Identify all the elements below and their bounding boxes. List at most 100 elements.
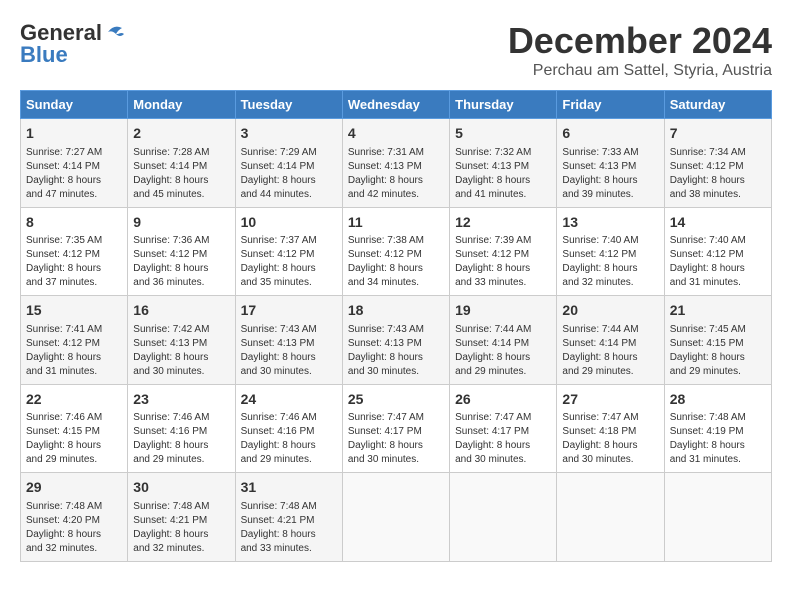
day-number: 16 (133, 301, 229, 321)
day-number: 24 (241, 390, 337, 410)
day-info: Sunrise: 7:40 AMSunset: 4:12 PMDaylight:… (670, 234, 766, 290)
calendar-cell: 27Sunrise: 7:47 AMSunset: 4:18 PMDayligh… (557, 384, 664, 473)
day-info: Sunrise: 7:44 AMSunset: 4:14 PMDaylight:… (455, 323, 551, 379)
calendar-cell (557, 473, 664, 562)
calendar-cell: 31Sunrise: 7:48 AMSunset: 4:21 PMDayligh… (235, 473, 342, 562)
day-number: 5 (455, 124, 551, 144)
calendar-week-row: 29Sunrise: 7:48 AMSunset: 4:20 PMDayligh… (21, 473, 772, 562)
calendar-cell (664, 473, 771, 562)
day-number: 27 (562, 390, 658, 410)
calendar-cell: 30Sunrise: 7:48 AMSunset: 4:21 PMDayligh… (128, 473, 235, 562)
page-header: General Blue December 2024 Perchau am Sa… (20, 20, 772, 80)
day-info: Sunrise: 7:43 AMSunset: 4:13 PMDaylight:… (241, 323, 337, 379)
day-info: Sunrise: 7:33 AMSunset: 4:13 PMDaylight:… (562, 146, 658, 202)
day-info: Sunrise: 7:40 AMSunset: 4:12 PMDaylight:… (562, 234, 658, 290)
calendar-cell: 9Sunrise: 7:36 AMSunset: 4:12 PMDaylight… (128, 207, 235, 296)
calendar-cell: 22Sunrise: 7:46 AMSunset: 4:15 PMDayligh… (21, 384, 128, 473)
day-info: Sunrise: 7:36 AMSunset: 4:12 PMDaylight:… (133, 234, 229, 290)
day-number: 3 (241, 124, 337, 144)
day-info: Sunrise: 7:44 AMSunset: 4:14 PMDaylight:… (562, 323, 658, 379)
day-number: 13 (562, 213, 658, 233)
month-title: December 2024 (508, 20, 772, 62)
calendar-cell: 12Sunrise: 7:39 AMSunset: 4:12 PMDayligh… (450, 207, 557, 296)
day-info: Sunrise: 7:32 AMSunset: 4:13 PMDaylight:… (455, 146, 551, 202)
calendar-week-row: 15Sunrise: 7:41 AMSunset: 4:12 PMDayligh… (21, 296, 772, 385)
day-number: 17 (241, 301, 337, 321)
calendar-cell: 19Sunrise: 7:44 AMSunset: 4:14 PMDayligh… (450, 296, 557, 385)
calendar-cell: 3Sunrise: 7:29 AMSunset: 4:14 PMDaylight… (235, 119, 342, 208)
day-info: Sunrise: 7:31 AMSunset: 4:13 PMDaylight:… (348, 146, 444, 202)
calendar-cell: 5Sunrise: 7:32 AMSunset: 4:13 PMDaylight… (450, 119, 557, 208)
calendar-cell: 7Sunrise: 7:34 AMSunset: 4:12 PMDaylight… (664, 119, 771, 208)
calendar-cell: 6Sunrise: 7:33 AMSunset: 4:13 PMDaylight… (557, 119, 664, 208)
weekday-header-thursday: Thursday (450, 91, 557, 119)
calendar-cell (450, 473, 557, 562)
weekday-header-tuesday: Tuesday (235, 91, 342, 119)
day-info: Sunrise: 7:46 AMSunset: 4:15 PMDaylight:… (26, 411, 122, 467)
calendar-cell: 28Sunrise: 7:48 AMSunset: 4:19 PMDayligh… (664, 384, 771, 473)
weekday-header-sunday: Sunday (21, 91, 128, 119)
calendar-cell: 16Sunrise: 7:42 AMSunset: 4:13 PMDayligh… (128, 296, 235, 385)
day-info: Sunrise: 7:37 AMSunset: 4:12 PMDaylight:… (241, 234, 337, 290)
day-number: 18 (348, 301, 444, 321)
calendar-title-area: December 2024 Perchau am Sattel, Styria,… (508, 20, 772, 80)
day-number: 26 (455, 390, 551, 410)
day-info: Sunrise: 7:46 AMSunset: 4:16 PMDaylight:… (133, 411, 229, 467)
day-number: 14 (670, 213, 766, 233)
day-info: Sunrise: 7:39 AMSunset: 4:12 PMDaylight:… (455, 234, 551, 290)
calendar-cell: 10Sunrise: 7:37 AMSunset: 4:12 PMDayligh… (235, 207, 342, 296)
day-info: Sunrise: 7:42 AMSunset: 4:13 PMDaylight:… (133, 323, 229, 379)
calendar-cell: 1Sunrise: 7:27 AMSunset: 4:14 PMDaylight… (21, 119, 128, 208)
calendar-header-row: SundayMondayTuesdayWednesdayThursdayFrid… (21, 91, 772, 119)
day-number: 28 (670, 390, 766, 410)
logo-bird-icon (104, 24, 126, 42)
calendar-cell: 4Sunrise: 7:31 AMSunset: 4:13 PMDaylight… (342, 119, 449, 208)
day-info: Sunrise: 7:48 AMSunset: 4:21 PMDaylight:… (241, 500, 337, 556)
calendar-cell: 18Sunrise: 7:43 AMSunset: 4:13 PMDayligh… (342, 296, 449, 385)
calendar-cell: 8Sunrise: 7:35 AMSunset: 4:12 PMDaylight… (21, 207, 128, 296)
calendar-cell (342, 473, 449, 562)
calendar-cell: 26Sunrise: 7:47 AMSunset: 4:17 PMDayligh… (450, 384, 557, 473)
day-number: 19 (455, 301, 551, 321)
day-number: 12 (455, 213, 551, 233)
day-number: 1 (26, 124, 122, 144)
day-info: Sunrise: 7:29 AMSunset: 4:14 PMDaylight:… (241, 146, 337, 202)
day-info: Sunrise: 7:27 AMSunset: 4:14 PMDaylight:… (26, 146, 122, 202)
calendar-cell: 11Sunrise: 7:38 AMSunset: 4:12 PMDayligh… (342, 207, 449, 296)
day-info: Sunrise: 7:47 AMSunset: 4:18 PMDaylight:… (562, 411, 658, 467)
weekday-header-saturday: Saturday (664, 91, 771, 119)
day-info: Sunrise: 7:47 AMSunset: 4:17 PMDaylight:… (348, 411, 444, 467)
day-info: Sunrise: 7:34 AMSunset: 4:12 PMDaylight:… (670, 146, 766, 202)
calendar-week-row: 8Sunrise: 7:35 AMSunset: 4:12 PMDaylight… (21, 207, 772, 296)
calendar-week-row: 1Sunrise: 7:27 AMSunset: 4:14 PMDaylight… (21, 119, 772, 208)
day-info: Sunrise: 7:41 AMSunset: 4:12 PMDaylight:… (26, 323, 122, 379)
calendar-cell: 25Sunrise: 7:47 AMSunset: 4:17 PMDayligh… (342, 384, 449, 473)
day-number: 8 (26, 213, 122, 233)
calendar-cell: 2Sunrise: 7:28 AMSunset: 4:14 PMDaylight… (128, 119, 235, 208)
weekday-header-friday: Friday (557, 91, 664, 119)
calendar-cell: 20Sunrise: 7:44 AMSunset: 4:14 PMDayligh… (557, 296, 664, 385)
day-info: Sunrise: 7:38 AMSunset: 4:12 PMDaylight:… (348, 234, 444, 290)
logo: General Blue (20, 20, 126, 68)
weekday-header-wednesday: Wednesday (342, 91, 449, 119)
day-number: 21 (670, 301, 766, 321)
calendar-cell: 15Sunrise: 7:41 AMSunset: 4:12 PMDayligh… (21, 296, 128, 385)
calendar-cell: 29Sunrise: 7:48 AMSunset: 4:20 PMDayligh… (21, 473, 128, 562)
day-info: Sunrise: 7:48 AMSunset: 4:20 PMDaylight:… (26, 500, 122, 556)
day-info: Sunrise: 7:47 AMSunset: 4:17 PMDaylight:… (455, 411, 551, 467)
day-number: 15 (26, 301, 122, 321)
day-info: Sunrise: 7:28 AMSunset: 4:14 PMDaylight:… (133, 146, 229, 202)
day-number: 6 (562, 124, 658, 144)
day-info: Sunrise: 7:48 AMSunset: 4:21 PMDaylight:… (133, 500, 229, 556)
day-number: 7 (670, 124, 766, 144)
day-info: Sunrise: 7:48 AMSunset: 4:19 PMDaylight:… (670, 411, 766, 467)
day-number: 31 (241, 478, 337, 498)
day-number: 2 (133, 124, 229, 144)
calendar-cell: 17Sunrise: 7:43 AMSunset: 4:13 PMDayligh… (235, 296, 342, 385)
day-number: 11 (348, 213, 444, 233)
calendar-cell: 24Sunrise: 7:46 AMSunset: 4:16 PMDayligh… (235, 384, 342, 473)
logo-text-blue: Blue (20, 42, 68, 68)
day-number: 25 (348, 390, 444, 410)
weekday-header-monday: Monday (128, 91, 235, 119)
day-number: 22 (26, 390, 122, 410)
